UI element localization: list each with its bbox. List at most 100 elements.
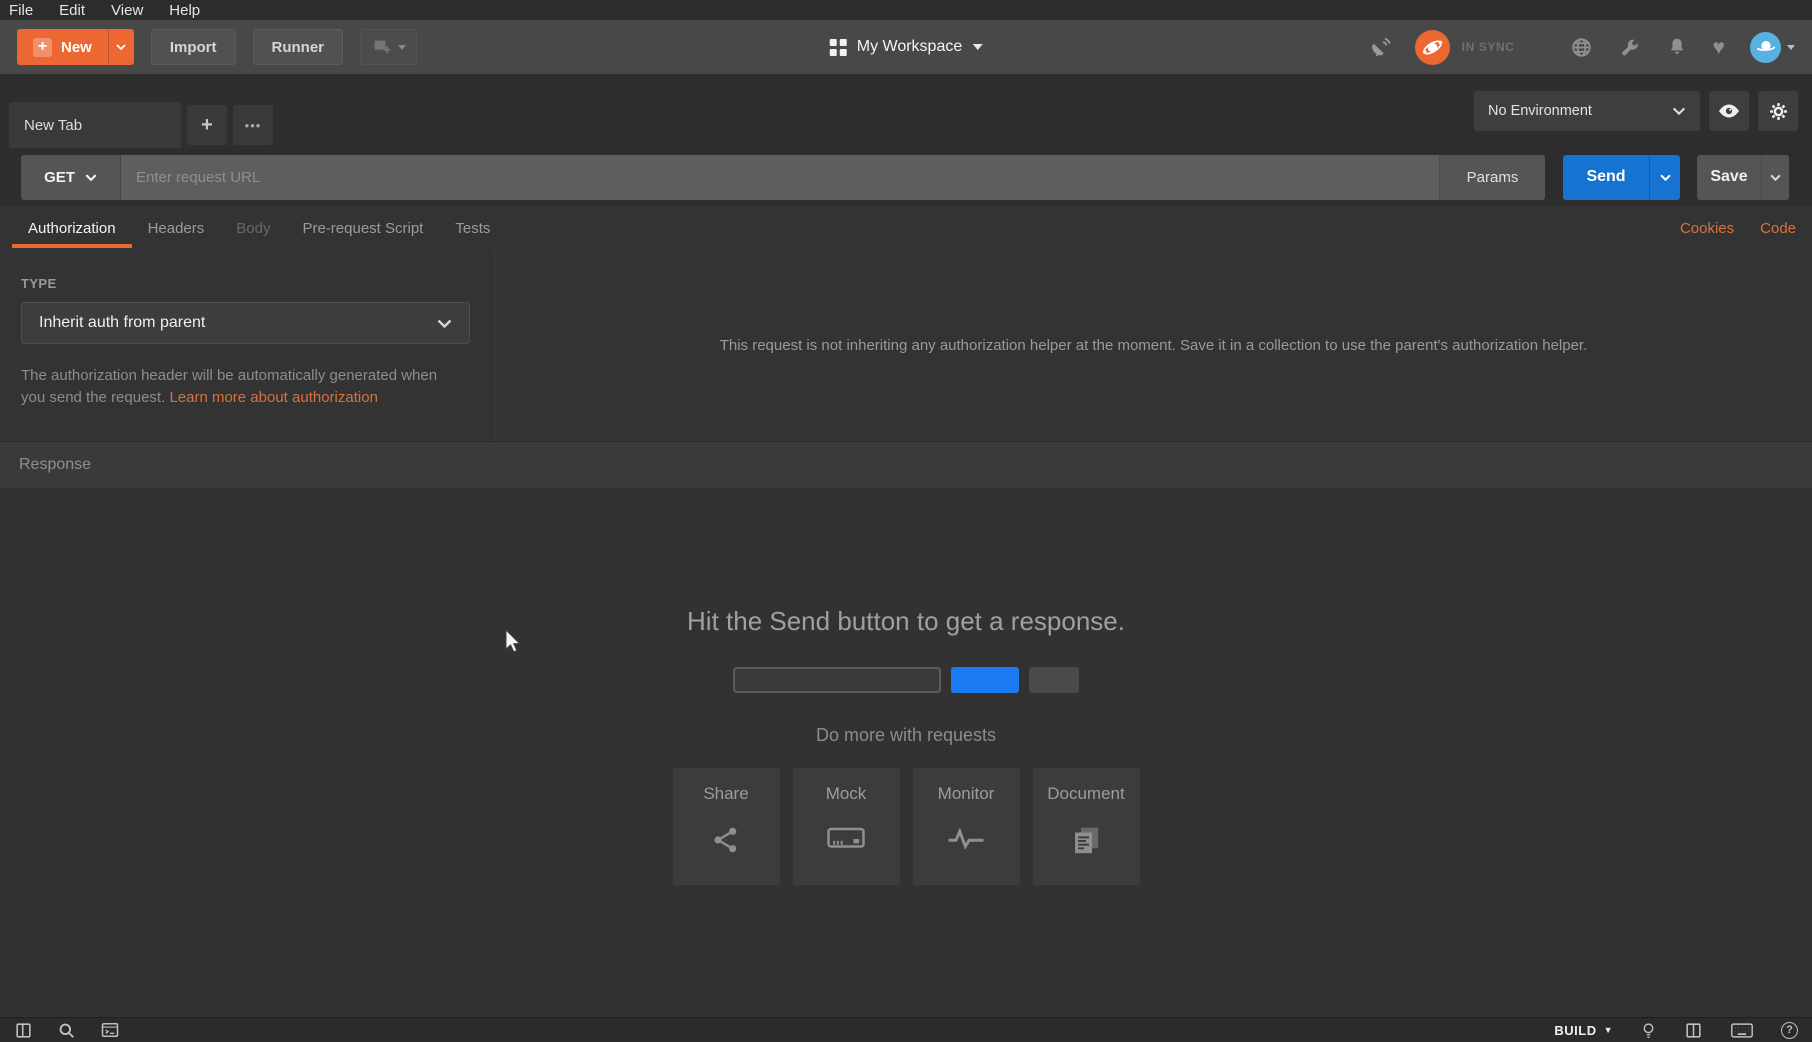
- new-button-label: New: [61, 38, 92, 56]
- new-dropdown-caret[interactable]: [107, 29, 134, 65]
- chevron-down-icon: [972, 44, 983, 50]
- share-icon: [710, 824, 742, 856]
- monitor-card-label: Monitor: [937, 784, 995, 803]
- environment-quick-look-button[interactable]: [1709, 91, 1749, 131]
- authorization-type-panel: TYPE Inherit auth from parent The author…: [0, 250, 495, 441]
- app-menubar: File Edit View Help: [0, 0, 1812, 20]
- split-pane-icon: [1686, 1022, 1701, 1038]
- tab-bar: New Tab + ••• No Environment: [0, 74, 1812, 148]
- menu-help[interactable]: Help: [169, 2, 200, 19]
- plus-icon: +: [33, 37, 52, 57]
- two-pane-view-button[interactable]: [1684, 1021, 1703, 1040]
- response-section-header[interactable]: Response: [0, 442, 1812, 488]
- request-url-input[interactable]: [121, 154, 1439, 200]
- chevron-down-icon: [1659, 174, 1671, 181]
- eye-icon: [1719, 104, 1739, 118]
- request-builder-bar: GET Params Send Save: [0, 148, 1812, 206]
- share-card[interactable]: Share: [672, 768, 780, 885]
- send-button[interactable]: Send: [1563, 154, 1649, 200]
- tab-headers[interactable]: Headers: [132, 206, 221, 250]
- user-menu[interactable]: [1750, 31, 1795, 63]
- illustration-url-bar: [733, 667, 941, 693]
- share-card-label: Share: [703, 784, 749, 803]
- monitor-pulse-icon: [946, 824, 986, 854]
- learn-more-authorization-link[interactable]: Learn more about authorization: [169, 389, 377, 406]
- tips-button[interactable]: [1640, 1021, 1657, 1040]
- send-illustration: [733, 667, 1079, 693]
- workspace-grid-icon: [829, 38, 847, 56]
- sync-status-icon[interactable]: [1414, 29, 1450, 65]
- send-options-caret[interactable]: [1649, 154, 1680, 200]
- document-card[interactable]: Document: [1032, 768, 1140, 885]
- search-button[interactable]: [57, 1021, 76, 1040]
- menu-view[interactable]: View: [111, 2, 143, 19]
- response-empty-state: Hit the Send button to get a response. D…: [0, 488, 1812, 1017]
- toggle-sidebar-button[interactable]: [14, 1021, 33, 1040]
- tab-tests[interactable]: Tests: [439, 206, 506, 250]
- code-link[interactable]: Code: [1760, 220, 1796, 237]
- new-button[interactable]: + New: [17, 29, 134, 65]
- main-toolbar: + New Import Runner My Workspace IN SYNC…: [0, 20, 1812, 74]
- new-window-icon: [374, 40, 391, 53]
- runner-button[interactable]: Runner: [252, 29, 344, 65]
- tab-pre-request-script[interactable]: Pre-request Script: [286, 206, 439, 250]
- notifications-bell-icon[interactable]: [1666, 36, 1688, 58]
- status-bar: BUILD ▼ ?: [0, 1017, 1812, 1042]
- ellipsis-icon: •••: [244, 117, 262, 133]
- save-button[interactable]: Save: [1697, 154, 1761, 200]
- chevron-down-icon: [1770, 174, 1781, 181]
- help-button[interactable]: ?: [1781, 1021, 1798, 1039]
- favorites-heart-icon[interactable]: ♥: [1713, 37, 1725, 58]
- console-button[interactable]: [100, 1020, 120, 1040]
- request-tabs: Authorization Headers Body Pre-request S…: [0, 206, 1812, 250]
- mock-card[interactable]: Mock: [792, 768, 900, 885]
- monitor-card[interactable]: Monitor: [912, 768, 1020, 885]
- cookies-link[interactable]: Cookies: [1680, 220, 1734, 237]
- chevron-down-icon: [1787, 44, 1795, 50]
- new-window-button: [360, 29, 418, 65]
- save-options-caret[interactable]: [1761, 154, 1789, 200]
- workspace-switcher[interactable]: My Workspace: [829, 20, 983, 74]
- avatar: [1750, 31, 1781, 63]
- auth-inherit-message: This request is not inheriting any autho…: [719, 337, 1588, 354]
- sync-status-label: IN SYNC: [1461, 40, 1515, 54]
- chevron-down-icon: [1672, 107, 1686, 115]
- request-tab-new-tab[interactable]: New Tab: [9, 102, 181, 148]
- tab-authorization[interactable]: Authorization: [12, 206, 132, 250]
- chevron-down-icon: [85, 173, 97, 181]
- capture-requests-icon[interactable]: [1369, 35, 1393, 59]
- interceptor-globe-icon[interactable]: [1570, 36, 1593, 59]
- http-method-value: GET: [44, 168, 75, 186]
- http-method-selector[interactable]: GET: [21, 154, 121, 200]
- document-card-label: Document: [1047, 784, 1125, 803]
- auth-type-selector[interactable]: Inherit auth from parent: [21, 302, 470, 344]
- open-new-tab-button[interactable]: +: [187, 105, 227, 145]
- tab-options-button[interactable]: •••: [233, 105, 273, 145]
- environment-selector[interactable]: No Environment: [1474, 91, 1700, 131]
- build-label: BUILD: [1554, 1022, 1597, 1038]
- build-mode-selector[interactable]: BUILD ▼: [1554, 1023, 1613, 1038]
- illustration-send-button: [951, 667, 1019, 693]
- shortcuts-button[interactable]: [1730, 1022, 1754, 1039]
- sidebar-columns-icon: [16, 1022, 31, 1038]
- document-icon: [1069, 824, 1103, 858]
- search-icon: [59, 1023, 74, 1038]
- params-button[interactable]: Params: [1439, 154, 1545, 200]
- import-button[interactable]: Import: [150, 29, 236, 65]
- empty-state-title: Hit the Send button to get a response.: [687, 606, 1125, 636]
- auth-type-value: Inherit auth from parent: [39, 314, 206, 331]
- keyboard-icon: [1731, 1022, 1753, 1038]
- mock-card-label: Mock: [825, 784, 867, 803]
- lightbulb-icon: [1643, 1022, 1654, 1038]
- response-label: Response: [19, 456, 92, 473]
- environment-settings-button[interactable]: [1758, 91, 1798, 131]
- chevron-down-icon: ▼: [1603, 1025, 1613, 1035]
- menu-edit[interactable]: Edit: [59, 2, 85, 19]
- menu-file[interactable]: File: [9, 2, 33, 19]
- environment-selector-value: No Environment: [1488, 103, 1592, 119]
- auth-type-label: TYPE: [21, 276, 57, 291]
- chevron-down-icon: [437, 319, 452, 328]
- tab-body: Body: [236, 219, 271, 237]
- chevron-down-icon: [116, 44, 126, 50]
- settings-wrench-icon[interactable]: [1618, 36, 1641, 59]
